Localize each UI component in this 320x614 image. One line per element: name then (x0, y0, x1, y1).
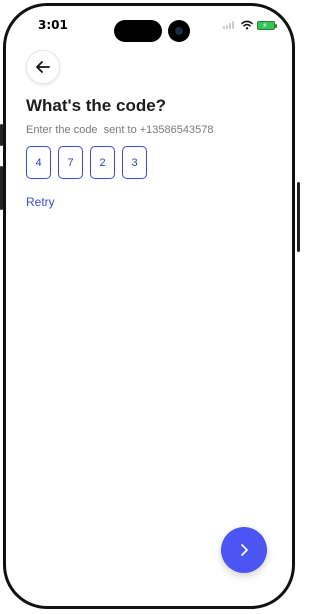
bolt-icon: ⚡ (262, 20, 268, 30)
battery-charging-icon: ⚡ (257, 20, 277, 30)
camera-icon (168, 20, 190, 42)
chevron-right-icon (241, 544, 248, 556)
dynamic-island (114, 20, 162, 42)
retry-link[interactable]: Retry (26, 195, 55, 209)
signal-icon (223, 21, 237, 29)
arrow-left-icon (36, 61, 50, 73)
back-button[interactable] (26, 50, 60, 84)
code-digit-4[interactable]: 3 (122, 146, 147, 179)
code-digit-2[interactable]: 7 (58, 146, 83, 179)
page-title: What's the code? (26, 96, 167, 115)
power-button (297, 182, 300, 252)
status-time: 3:01 (38, 18, 68, 32)
code-input-row: 4 7 2 3 (26, 146, 147, 179)
wifi-icon (241, 20, 253, 30)
code-sent-subtitle: Enter the code sent to +13586543578 (26, 124, 214, 136)
next-button[interactable] (221, 527, 267, 573)
code-digit-1[interactable]: 4 (26, 146, 51, 179)
status-icons: ⚡ (223, 20, 277, 30)
code-digit-3[interactable]: 2 (90, 146, 115, 179)
status-bar: 3:01 ⚡ (8, 8, 291, 44)
screen: 3:01 ⚡ What's the code? Enter the code s… (8, 8, 291, 605)
